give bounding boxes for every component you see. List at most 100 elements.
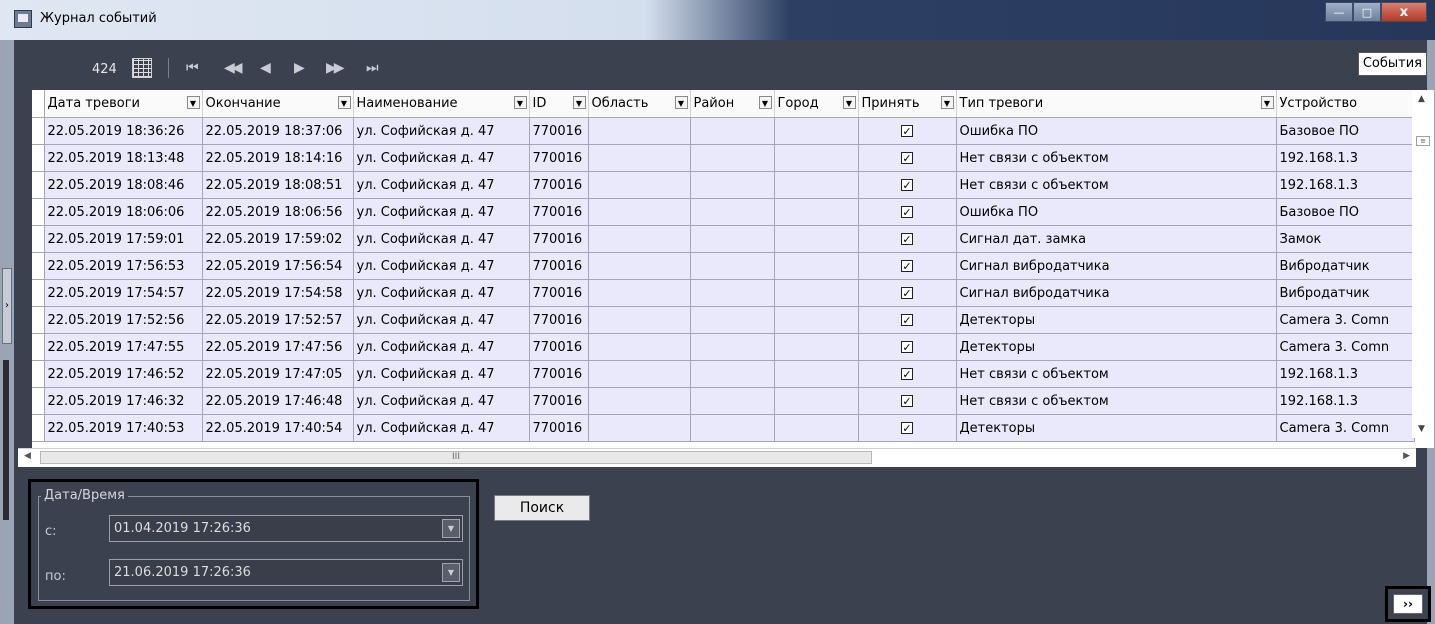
- column-filter-icon[interactable]: ▼: [940, 96, 954, 109]
- table-cell[interactable]: ✓: [858, 171, 957, 199]
- vertical-scrollbar[interactable]: ▲ ≡ ▼: [1412, 90, 1434, 438]
- scroll-grip[interactable]: ≡: [1416, 136, 1430, 146]
- row-header[interactable]: [32, 279, 45, 307]
- row-header[interactable]: [32, 252, 45, 280]
- prev-icon[interactable]: ◀: [260, 60, 271, 76]
- fast-back-icon[interactable]: ◀◀: [224, 60, 242, 76]
- accepted-checkbox[interactable]: ✓: [901, 340, 913, 353]
- next-icon[interactable]: ▶: [294, 60, 305, 76]
- column-filter-icon[interactable]: ▼: [674, 96, 688, 109]
- column-header[interactable]: Дата тревоги ▼: [44, 90, 203, 118]
- accepted-checkbox[interactable]: ✓: [901, 205, 913, 218]
- table-row[interactable]: 22.05.2019 17:59:01 22.05.2019 17:59:02 ул…: [32, 225, 1415, 253]
- table-row[interactable]: 22.05.2019 18:36:26 22.05.2019 18:37:06 ул…: [32, 117, 1415, 145]
- column-filter-icon[interactable]: ▼: [758, 96, 772, 109]
- column-header[interactable]: Район ▼: [690, 90, 775, 118]
- from-date-field[interactable]: 01.04.2019 17:26:36 ▼: [109, 515, 463, 542]
- column-filter-icon[interactable]: ▼: [337, 96, 351, 109]
- first-page-icon[interactable]: ⏮: [186, 60, 198, 76]
- accepted-checkbox[interactable]: ✓: [901, 286, 913, 299]
- row-header[interactable]: [32, 171, 45, 199]
- table-cell[interactable]: ✓: [858, 225, 957, 253]
- close-button[interactable]: x: [1381, 2, 1427, 22]
- events-tab[interactable]: События: [1357, 52, 1427, 76]
- accepted-checkbox[interactable]: ✓: [901, 151, 913, 164]
- table-cell[interactable]: ✓: [858, 144, 957, 172]
- table-cell[interactable]: ✓: [858, 360, 957, 388]
- column-filter-icon[interactable]: ▼: [186, 96, 200, 109]
- table-cell[interactable]: ✓: [858, 306, 957, 334]
- column-header[interactable]: Принять ▼: [858, 90, 957, 118]
- splitter-bar[interactable]: [3, 360, 9, 520]
- row-header[interactable]: [32, 225, 45, 253]
- scroll-left-icon[interactable]: ◀: [24, 451, 31, 461]
- accepted-checkbox[interactable]: ✓: [901, 232, 913, 245]
- table-row[interactable]: 22.05.2019 17:40:53 22.05.2019 17:40:54 ул…: [32, 414, 1415, 442]
- row-header[interactable]: [32, 360, 45, 388]
- table-cell[interactable]: ✓: [858, 414, 957, 442]
- table-cell: Нет связи с объектом: [956, 387, 1277, 415]
- column-filter-icon[interactable]: ▼: [842, 96, 856, 109]
- maximize-button[interactable]: □: [1353, 2, 1381, 22]
- table-row[interactable]: 22.05.2019 18:06:06 22.05.2019 18:06:56 ул…: [32, 198, 1415, 226]
- date-time-legend: Дата/Время: [41, 488, 128, 503]
- table-cell: ул. Софийская д. 47: [353, 144, 530, 172]
- accepted-checkbox[interactable]: ✓: [901, 394, 913, 407]
- scroll-down-icon[interactable]: ▼: [1418, 424, 1425, 434]
- side-panel-handle[interactable]: ›: [2, 268, 12, 344]
- table-cell[interactable]: ✓: [858, 198, 957, 226]
- table-cell: ул. Софийская д. 47: [353, 117, 530, 145]
- accepted-checkbox[interactable]: ✓: [901, 178, 913, 191]
- accepted-checkbox[interactable]: ✓: [901, 259, 913, 272]
- column-filter-icon[interactable]: ▼: [572, 96, 586, 109]
- table-cell[interactable]: ✓: [858, 279, 957, 307]
- column-header[interactable]: Устройство: [1276, 90, 1415, 118]
- column-header[interactable]: Окончание ▼: [202, 90, 354, 118]
- row-header[interactable]: [32, 306, 45, 334]
- table-row[interactable]: 22.05.2019 18:08:46 22.05.2019 18:08:51 ул…: [32, 171, 1415, 199]
- horizontal-scrollbar[interactable]: ◀ III ▶: [18, 448, 1416, 467]
- column-header[interactable]: Наименование ▼: [353, 90, 530, 118]
- column-filter-icon[interactable]: ▼: [1260, 96, 1274, 109]
- column-header[interactable]: Область ▼: [588, 90, 691, 118]
- minimize-button[interactable]: —: [1325, 2, 1353, 22]
- scroll-right-icon[interactable]: ▶: [1403, 451, 1410, 461]
- column-header[interactable]: Город ▼: [774, 90, 859, 118]
- row-header[interactable]: [32, 333, 45, 361]
- table-cell[interactable]: ✓: [858, 117, 957, 145]
- to-date-field[interactable]: 21.06.2019 17:26:36 ▼: [109, 559, 463, 586]
- column-filter-icon[interactable]: ▼: [513, 96, 527, 109]
- to-dropdown-icon[interactable]: ▼: [442, 563, 460, 582]
- accepted-checkbox[interactable]: ✓: [901, 367, 913, 380]
- table-row[interactable]: 22.05.2019 17:46:52 22.05.2019 17:47:05 ул…: [32, 360, 1415, 388]
- fast-forward-icon[interactable]: ▶▶: [326, 60, 344, 76]
- accepted-checkbox[interactable]: ✓: [901, 124, 913, 137]
- table-row[interactable]: 22.05.2019 18:13:48 22.05.2019 18:14:16 ул…: [32, 144, 1415, 172]
- search-button[interactable]: Поиск: [494, 495, 590, 521]
- column-header[interactable]: Тип тревоги ▼: [956, 90, 1277, 118]
- row-header[interactable]: [32, 414, 45, 442]
- table-row[interactable]: 22.05.2019 17:56:53 22.05.2019 17:56:54 ул…: [32, 252, 1415, 280]
- accepted-checkbox[interactable]: ✓: [901, 421, 913, 434]
- last-page-icon[interactable]: ⏭: [366, 60, 378, 76]
- table-cell: 22.05.2019 17:52:57: [202, 306, 354, 334]
- table-cell: [690, 306, 775, 334]
- expand-panel-button[interactable]: ››: [1385, 586, 1431, 622]
- table-row[interactable]: 22.05.2019 17:46:32 22.05.2019 17:46:48 ул…: [32, 387, 1415, 415]
- table-cell[interactable]: ✓: [858, 252, 957, 280]
- column-header[interactable]: ID ▼: [529, 90, 589, 118]
- row-header[interactable]: [32, 387, 45, 415]
- table-row[interactable]: 22.05.2019 17:52:56 22.05.2019 17:52:57 ул…: [32, 306, 1415, 334]
- horizontal-scroll-thumb[interactable]: III: [40, 451, 872, 464]
- scroll-up-icon[interactable]: ▲: [1418, 94, 1425, 104]
- table-cell[interactable]: ✓: [858, 387, 957, 415]
- table-row[interactable]: 22.05.2019 17:47:55 22.05.2019 17:47:56 ул…: [32, 333, 1415, 361]
- from-dropdown-icon[interactable]: ▼: [442, 519, 460, 538]
- row-header[interactable]: [32, 198, 45, 226]
- row-header[interactable]: [32, 117, 45, 145]
- table-row[interactable]: 22.05.2019 17:54:57 22.05.2019 17:54:58 ул…: [32, 279, 1415, 307]
- table-cell[interactable]: ✓: [858, 333, 957, 361]
- row-header[interactable]: [32, 144, 45, 172]
- table-view-icon[interactable]: [132, 58, 152, 78]
- accepted-checkbox[interactable]: ✓: [901, 313, 913, 326]
